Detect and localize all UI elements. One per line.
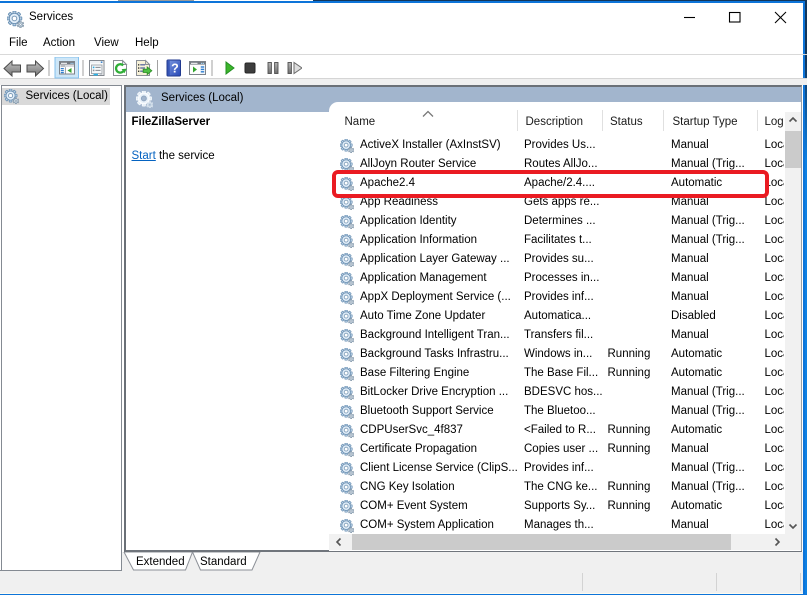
- svg-text:?: ?: [171, 62, 179, 76]
